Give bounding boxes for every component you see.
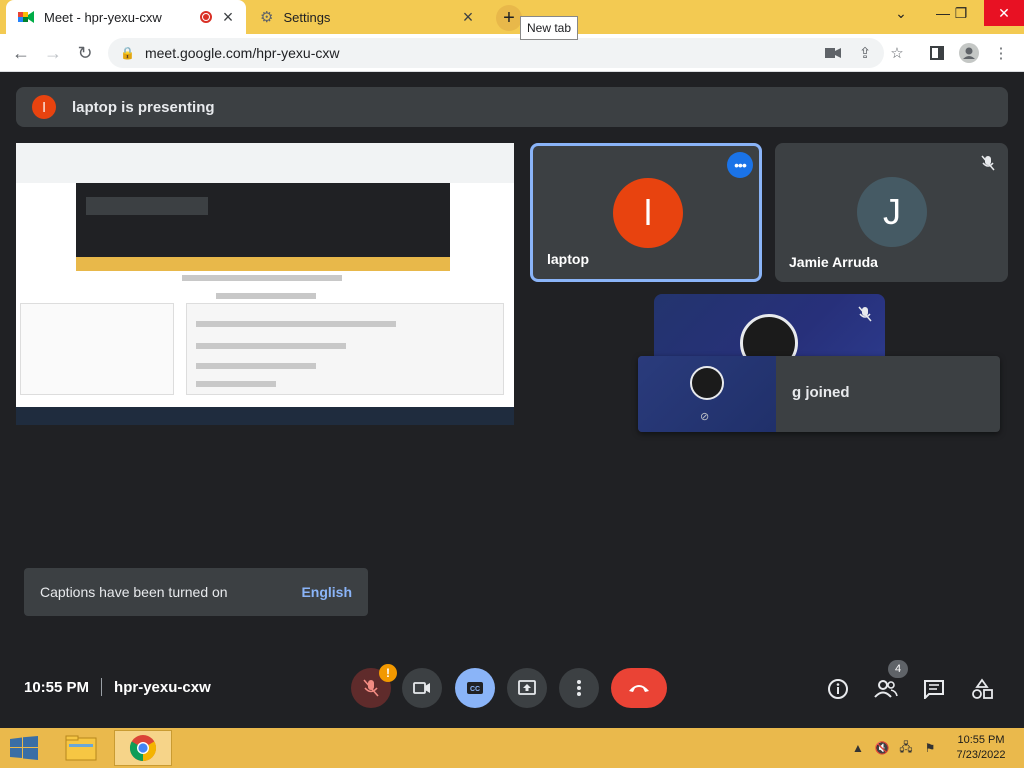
present-screen-button[interactable] bbox=[507, 668, 547, 708]
menu-kebab-icon[interactable]: ⋮ bbox=[988, 40, 1014, 66]
tab-settings[interactable]: ⚙ Settings × bbox=[250, 0, 486, 34]
shared-screen-tab-row bbox=[182, 275, 342, 281]
bookmark-star-icon[interactable]: ☆ bbox=[884, 40, 910, 66]
clock-date: 7/23/2022 bbox=[956, 749, 1006, 761]
side-panel-icon[interactable] bbox=[924, 40, 950, 66]
svg-text:CC: CC bbox=[470, 686, 480, 693]
tab-search-icon[interactable]: ⌄ bbox=[884, 0, 918, 26]
participant-joined-toast: ⊘ g joined bbox=[638, 356, 1000, 432]
screen-share-view bbox=[16, 143, 514, 425]
reload-button[interactable]: ↻ bbox=[72, 40, 98, 66]
shared-screen-windows-taskbar bbox=[16, 407, 514, 425]
new-tab-button[interactable]: + bbox=[496, 5, 522, 31]
recording-icon bbox=[200, 11, 212, 23]
action-center-icon[interactable]: ⚑ bbox=[922, 740, 938, 756]
divider bbox=[101, 678, 103, 696]
participant-tile-laptop[interactable]: l ••• laptop bbox=[530, 143, 762, 282]
presenting-text: laptop is presenting bbox=[72, 98, 215, 116]
microphone-toggle-button[interactable]: ! bbox=[351, 664, 397, 708]
tab-meet[interactable]: Meet - hpr-yexu-cxw × bbox=[6, 0, 246, 34]
mic-warning-badge: ! bbox=[379, 664, 397, 682]
close-tab-icon[interactable]: × bbox=[218, 7, 238, 27]
participant-name: Jamie Arruda bbox=[789, 254, 878, 270]
presenter-avatar: l bbox=[32, 95, 56, 119]
shared-screen-text-line bbox=[196, 363, 316, 369]
meeting-info: 10:55 PM hpr-yexu-cxw bbox=[24, 678, 211, 696]
people-button[interactable] bbox=[873, 676, 899, 702]
gear-icon: ⚙ bbox=[260, 9, 274, 26]
people-count-badge: 4 bbox=[888, 660, 908, 678]
meeting-code: hpr-yexu-cxw bbox=[114, 678, 211, 696]
tab-title: Meet - hpr-yexu-cxw bbox=[44, 9, 162, 25]
meeting-details-button[interactable] bbox=[825, 676, 851, 702]
meeting-time: 10:55 PM bbox=[24, 678, 90, 696]
camera-icon[interactable] bbox=[820, 40, 846, 66]
joined-participant-thumbnail: ⊘ bbox=[638, 356, 776, 432]
network-icon[interactable]: 🖧 bbox=[898, 740, 914, 756]
google-meet-icon bbox=[18, 10, 34, 24]
participant-tile-jamie-arruda[interactable]: J Jamie Arruda bbox=[775, 143, 1008, 282]
participant-avatar: l bbox=[613, 178, 683, 248]
forward-button[interactable]: → bbox=[40, 40, 66, 66]
captions-toast: Captions have been turned on English bbox=[24, 568, 368, 616]
participant-name: laptop bbox=[547, 251, 589, 267]
taskbar-clock[interactable]: 10:55 PM 7/23/2022 bbox=[946, 733, 1016, 763]
share-icon[interactable]: ⇪ bbox=[852, 40, 878, 66]
windows-start-icon[interactable] bbox=[10, 736, 38, 760]
shared-screen-taskbar bbox=[76, 257, 450, 271]
back-button[interactable]: ← bbox=[8, 40, 34, 66]
shared-screen-text-line bbox=[196, 321, 396, 327]
participant-avatar: J bbox=[857, 177, 927, 247]
new-tab-tooltip: New tab bbox=[520, 16, 579, 40]
clock-time: 10:55 PM bbox=[957, 734, 1005, 746]
file-explorer-icon[interactable] bbox=[52, 730, 110, 766]
browser-toolbar: ← → ↻ 🔒 meet.google.com/hpr-yexu-cxw ⇪ ☆… bbox=[0, 34, 1024, 72]
captions-button[interactable]: CC bbox=[455, 668, 495, 708]
tab-strip: Meet - hpr-yexu-cxw × ⚙ Settings × + ⌄ —… bbox=[0, 0, 1024, 34]
shared-screen-caption-toast bbox=[86, 197, 208, 215]
show-hidden-icons-icon[interactable]: ▲ bbox=[850, 740, 866, 756]
shared-screen-browser-chrome bbox=[16, 143, 514, 183]
address-bar[interactable]: 🔒 meet.google.com/hpr-yexu-cxw bbox=[108, 38, 884, 68]
tab-title: Settings bbox=[283, 9, 331, 25]
more-options-button[interactable]: ••• bbox=[727, 152, 753, 178]
shared-screen-text-line bbox=[196, 343, 346, 349]
windows-taskbar: ▲ 🔇 🖧 ⚑ 10:55 PM 7/23/2022 bbox=[0, 728, 1024, 768]
shared-screen-subtitle bbox=[216, 293, 316, 299]
mic-off-icon bbox=[855, 304, 875, 324]
shared-screen-text-line bbox=[196, 381, 276, 387]
camera-toggle-button[interactable] bbox=[402, 668, 442, 708]
captions-message: Captions have been turned on bbox=[40, 584, 228, 600]
url-text: meet.google.com/hpr-yexu-cxw bbox=[144, 45, 340, 61]
profile-icon[interactable] bbox=[956, 40, 982, 66]
lock-icon: 🔒 bbox=[120, 46, 135, 60]
restore-button[interactable]: ❐ bbox=[944, 0, 978, 26]
activities-button[interactable] bbox=[969, 676, 995, 702]
presenting-banner: l laptop is presenting bbox=[16, 87, 1008, 127]
shared-screen-list-panel bbox=[20, 303, 174, 395]
close-window-button[interactable]: ✕ bbox=[984, 0, 1024, 26]
obs-logo-icon bbox=[690, 366, 724, 400]
more-options-button[interactable] bbox=[559, 668, 599, 708]
close-tab-icon[interactable]: × bbox=[458, 7, 478, 27]
camera-off-icon: ⊘ bbox=[700, 411, 710, 423]
volume-muted-icon[interactable]: 🔇 bbox=[874, 740, 890, 756]
chat-button[interactable] bbox=[921, 676, 947, 702]
chrome-taskbar-icon[interactable] bbox=[114, 730, 172, 766]
joined-text: g joined bbox=[792, 384, 850, 401]
leave-call-button[interactable] bbox=[611, 668, 667, 708]
mic-off-icon bbox=[978, 153, 998, 173]
captions-language-button[interactable]: English bbox=[301, 584, 352, 600]
